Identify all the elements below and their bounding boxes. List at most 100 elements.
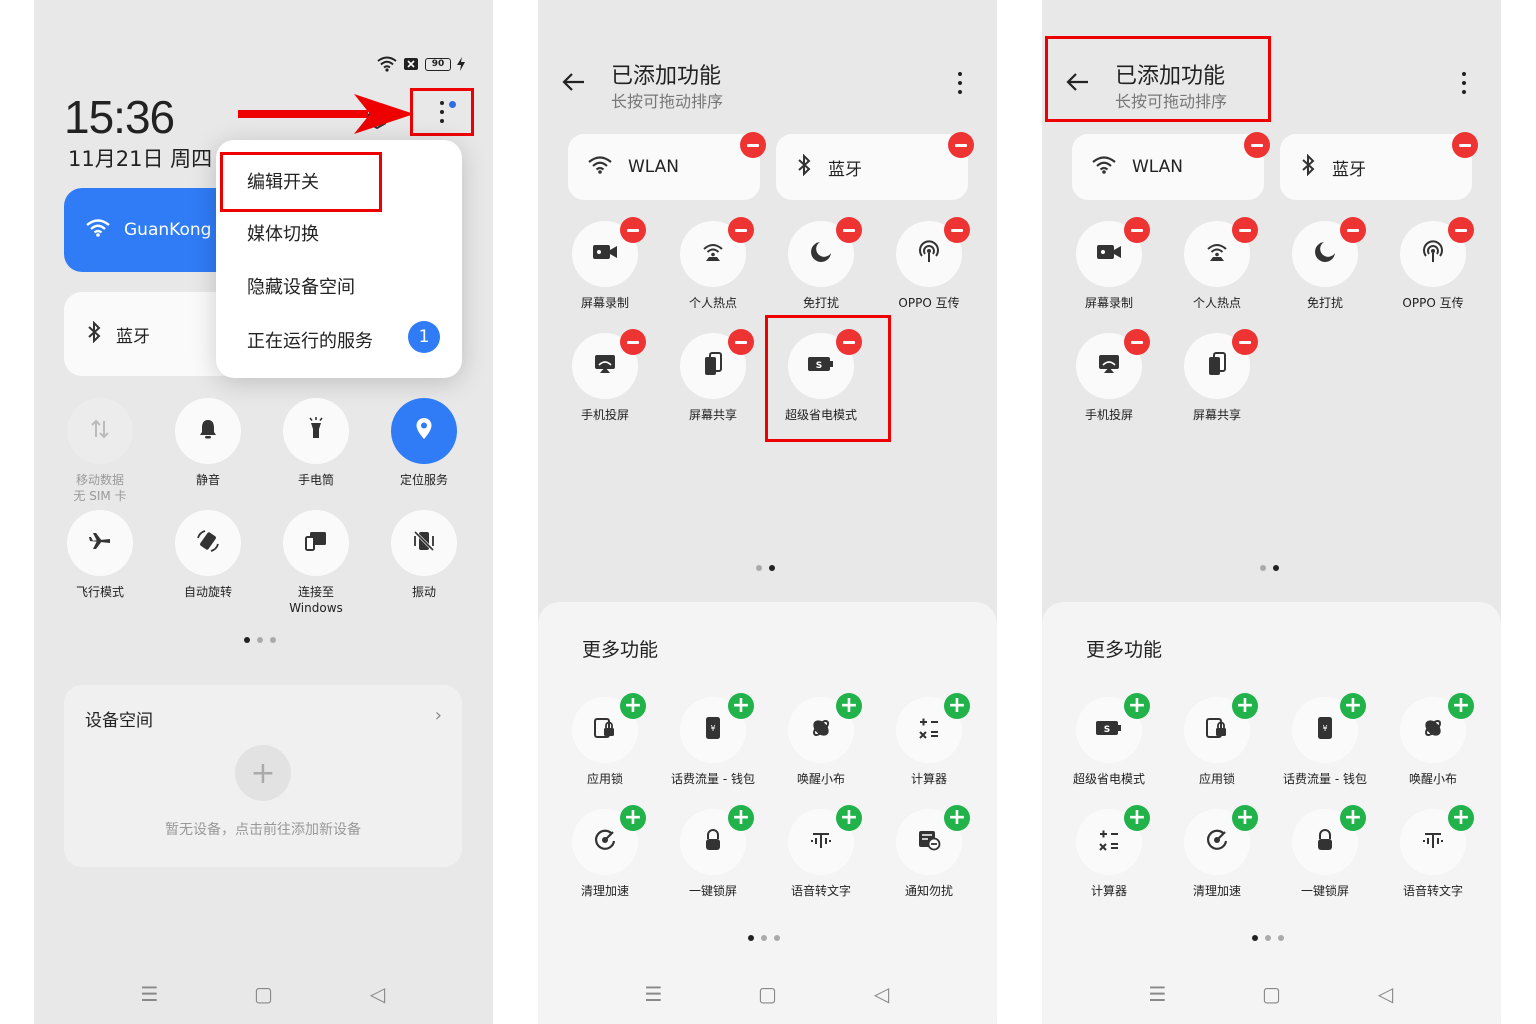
added-tile-screen-share[interactable]: 屏幕共享 (659, 329, 767, 423)
phone-screen-edit-toggles-updated: 已添加功能 长按可拖动排序 WLAN 蓝牙 屏幕录制 个人热点 免打扰 OPPO… (1042, 0, 1501, 1024)
more-tile-super-power-saving[interactable]: S 超级省电模式 (1055, 693, 1163, 787)
add-icon[interactable] (944, 693, 970, 719)
home-nav-icon[interactable]: ▢ (757, 982, 779, 1006)
menu-item-hide-device-space[interactable]: 隐藏设备空间 (247, 273, 355, 299)
more-tile-voice-to-text[interactable]: 语音转文字 (1379, 805, 1487, 899)
device-space-card[interactable]: 设备空间 › + 暂无设备，点击前往添加新设备 (64, 685, 462, 867)
remove-icon[interactable] (740, 132, 766, 158)
remove-icon[interactable] (836, 217, 862, 243)
tile-sublabel: 无 SIM 卡 (73, 489, 127, 503)
add-icon[interactable] (944, 805, 970, 831)
more-vertical-icon[interactable] (958, 72, 962, 94)
more-tile-clean-boost[interactable]: 清理加速 (1163, 805, 1271, 899)
more-tile-wallet[interactable]: ¥ 话费流量 - 钱包 (1271, 693, 1379, 787)
added-tile-hotspot[interactable]: 个人热点 (659, 217, 767, 311)
back-arrow-icon[interactable] (562, 72, 586, 96)
add-icon[interactable] (620, 805, 646, 831)
added-tile-oppo-share[interactable]: OPPO 互传 (1379, 217, 1487, 311)
remove-icon[interactable] (948, 132, 974, 158)
back-nav-icon[interactable]: ◁ (1375, 982, 1397, 1006)
added-tile-do-not-disturb[interactable]: 免打扰 (767, 217, 875, 311)
menu-item-edit-toggles[interactable]: 编辑开关 (247, 168, 319, 194)
menu-item-media-switch[interactable]: 媒体切换 (247, 220, 319, 246)
more-tile-one-key-lock[interactable]: 一键锁屏 (1271, 805, 1379, 899)
tile-auto-rotate[interactable]: 自动旋转 (154, 510, 262, 600)
add-icon[interactable] (836, 693, 862, 719)
added-tile-wlan[interactable]: WLAN (568, 132, 766, 200)
more-tile-one-key-lock[interactable]: 一键锁屏 (659, 805, 767, 899)
added-tile-screen-record[interactable]: 屏幕录制 (1055, 217, 1163, 311)
added-tile-wlan[interactable]: WLAN (1072, 132, 1270, 200)
menu-nav-icon[interactable]: ☰ (1147, 982, 1169, 1006)
added-tile-do-not-disturb[interactable]: 免打扰 (1271, 217, 1379, 311)
remove-icon[interactable] (620, 329, 646, 355)
remove-icon[interactable] (1124, 217, 1150, 243)
added-tile-screen-cast[interactable]: 手机投屏 (1055, 329, 1163, 423)
add-icon[interactable] (1340, 805, 1366, 831)
more-tile-calculator[interactable]: 计算器 (875, 693, 983, 787)
added-tile-screen-cast[interactable]: 手机投屏 (551, 329, 659, 423)
voice-wave-icon (1422, 830, 1444, 854)
add-icon[interactable] (1448, 693, 1474, 719)
tile-mobile-data[interactable]: 移动数据 无 SIM 卡 (46, 398, 154, 504)
more-tile-app-lock[interactable]: 应用锁 (551, 693, 659, 787)
tile-airplane-mode[interactable]: 飞行模式 (46, 510, 154, 600)
remove-icon[interactable] (1452, 132, 1478, 158)
tile-label: 清理加速 (1192, 884, 1241, 898)
added-tile-oppo-share[interactable]: OPPO 互传 (875, 217, 983, 311)
more-tile-wake-assistant[interactable]: 唤醒小布 (767, 693, 875, 787)
more-tile-calculator[interactable]: 计算器 (1055, 805, 1163, 899)
add-icon[interactable] (836, 805, 862, 831)
add-icon[interactable] (1232, 693, 1258, 719)
more-tile-wake-assistant[interactable]: 唤醒小布 (1379, 693, 1487, 787)
more-tile-wallet[interactable]: ¥ 话费流量 - 钱包 (659, 693, 767, 787)
more-tile-notification-dnd[interactable]: 通知勿扰 (875, 805, 983, 899)
add-icon[interactable] (1232, 805, 1258, 831)
home-nav-icon[interactable]: ▢ (253, 982, 275, 1006)
menu-nav-icon[interactable]: ☰ (139, 982, 161, 1006)
assistant-icon (810, 717, 832, 743)
add-icon[interactable] (1448, 805, 1474, 831)
add-icon[interactable] (728, 693, 754, 719)
screen-share-icon (1207, 352, 1227, 380)
remove-icon[interactable] (728, 217, 754, 243)
remove-icon[interactable] (1232, 217, 1258, 243)
calculator-icon (918, 717, 940, 743)
added-tile-bluetooth[interactable]: 蓝牙 (776, 132, 974, 200)
more-options-button[interactable] (410, 88, 474, 136)
remove-icon[interactable] (620, 217, 646, 243)
more-tile-clean-boost[interactable]: 清理加速 (551, 805, 659, 899)
tile-flashlight[interactable]: 手电筒 (262, 398, 370, 488)
add-icon[interactable] (1340, 693, 1366, 719)
remove-icon[interactable] (944, 217, 970, 243)
more-tile-app-lock[interactable]: 应用锁 (1163, 693, 1271, 787)
remove-icon[interactable] (1340, 217, 1366, 243)
add-icon[interactable] (1124, 693, 1150, 719)
tile-connect-windows[interactable]: 连接至 Windows (262, 510, 370, 616)
added-tile-hotspot[interactable]: 个人热点 (1163, 217, 1271, 311)
back-nav-icon[interactable]: ◁ (871, 982, 893, 1006)
added-tile-screen-record[interactable]: 屏幕录制 (551, 217, 659, 311)
added-tile-screen-share[interactable]: 屏幕共享 (1163, 329, 1271, 423)
remove-icon[interactable] (1124, 329, 1150, 355)
tile-label: 屏幕录制 (1084, 296, 1133, 310)
add-icon[interactable] (620, 693, 646, 719)
menu-nav-icon[interactable]: ☰ (643, 982, 665, 1006)
remove-icon[interactable] (728, 329, 754, 355)
added-tile-bluetooth[interactable]: 蓝牙 (1280, 132, 1478, 200)
menu-item-running-services[interactable]: 正在运行的服务 (247, 327, 373, 353)
remove-icon[interactable] (1448, 217, 1474, 243)
tile-silent[interactable]: 静音 (154, 398, 262, 488)
chevron-right-icon[interactable]: › (435, 705, 442, 726)
more-vertical-icon[interactable] (1462, 72, 1466, 94)
tile-vibrate[interactable]: 振动 (370, 510, 478, 600)
add-icon[interactable] (728, 805, 754, 831)
more-tile-voice-to-text[interactable]: 语音转文字 (767, 805, 875, 899)
add-icon[interactable] (1124, 805, 1150, 831)
back-nav-icon[interactable]: ◁ (367, 982, 389, 1006)
home-nav-icon[interactable]: ▢ (1261, 982, 1283, 1006)
remove-icon[interactable] (1232, 329, 1258, 355)
remove-icon[interactable] (1244, 132, 1270, 158)
tile-location[interactable]: 定位服务 (370, 398, 478, 488)
add-device-button[interactable]: + (235, 745, 291, 801)
